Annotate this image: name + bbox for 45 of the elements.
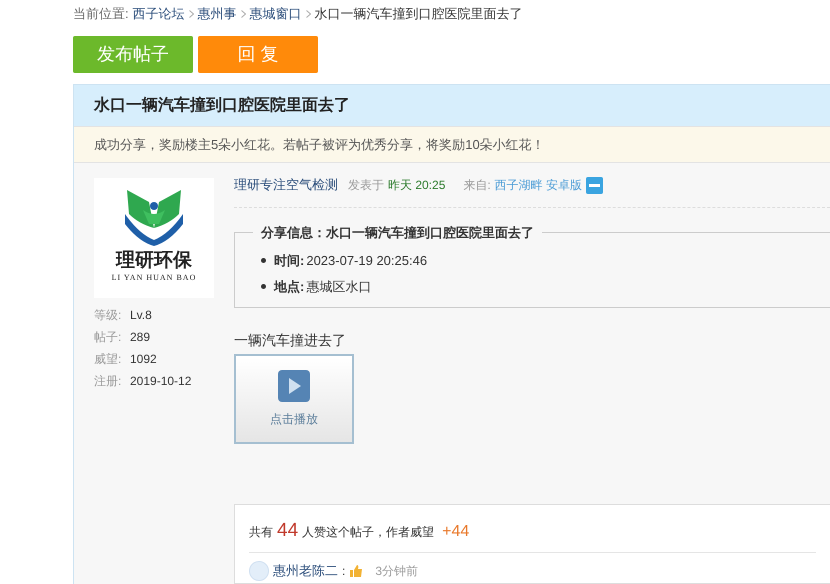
- play-icon: [278, 370, 310, 402]
- share-value: 惠城区水口: [306, 278, 372, 296]
- likes-prefix: 共有: [249, 524, 273, 541]
- like-time: 3分钟前: [375, 563, 418, 580]
- prestige-bonus: +44: [442, 522, 470, 542]
- chevron-icon: [306, 10, 311, 18]
- stat-value: 2019-10-12: [130, 373, 192, 390]
- breadcrumb-link[interactable]: 水口一辆汽车撞到口腔医院里面去了: [314, 4, 523, 24]
- post-body: 一辆汽车撞进去了: [234, 331, 347, 350]
- stat-label: 等级:: [94, 307, 122, 324]
- app-icon: [586, 176, 604, 194]
- stat-label: 威望:: [94, 351, 122, 368]
- video-player[interactable]: 点击播放: [234, 354, 354, 444]
- breadcrumb-link[interactable]: 惠州事: [198, 4, 237, 24]
- chevron-icon: [240, 10, 246, 18]
- share-value: 2023-07-19 20:25:46: [306, 252, 428, 270]
- separator: :: [342, 563, 346, 580]
- chevron-icon: [188, 10, 194, 18]
- likes-count: 44: [277, 519, 298, 543]
- logo-subtext: LI YAN HUAN BAO: [112, 272, 196, 284]
- thumbs-up-icon: [349, 564, 364, 578]
- breadcrumb-link[interactable]: 惠城窗口: [250, 4, 302, 24]
- breadcrumb-link[interactable]: 西子论坛: [132, 4, 185, 24]
- bullet-icon: [261, 258, 266, 264]
- author-link[interactable]: 理研专注空气检测: [234, 175, 338, 195]
- share-label: 地点:: [274, 278, 304, 296]
- stat-label: 注册:: [94, 373, 122, 390]
- posted-time: 昨天 20:25: [388, 177, 446, 194]
- user-avatar: [249, 561, 269, 581]
- source-label: 来自:: [463, 177, 491, 194]
- stat-label: 帖子:: [94, 329, 122, 346]
- reward-notice: 成功分享，奖励楼主5朵小红花。若帖子被评为优秀分享，将奖励10朵小红花！: [94, 136, 545, 154]
- thread-title: 水口一辆汽车撞到口腔医院里面去了: [94, 95, 350, 116]
- bullet-icon: [261, 284, 266, 289]
- stat-value: 289: [130, 329, 150, 346]
- posted-label: 发表于: [348, 177, 384, 194]
- share-label: 时间:: [274, 252, 304, 270]
- stat-value: Lv.8: [130, 307, 152, 324]
- share-legend: 分享信息：水口一辆汽车撞到口腔医院里面去了: [253, 223, 542, 242]
- breadcrumb-label: 当前位置:: [73, 5, 129, 24]
- likes-text: 人赞这个帖子，作者威望: [302, 524, 434, 541]
- stat-value: 1092: [130, 351, 157, 368]
- user-link[interactable]: 惠州老陈二: [273, 561, 338, 581]
- play-label: 点击播放: [270, 411, 318, 428]
- logo-text: 理研环保: [116, 248, 192, 272]
